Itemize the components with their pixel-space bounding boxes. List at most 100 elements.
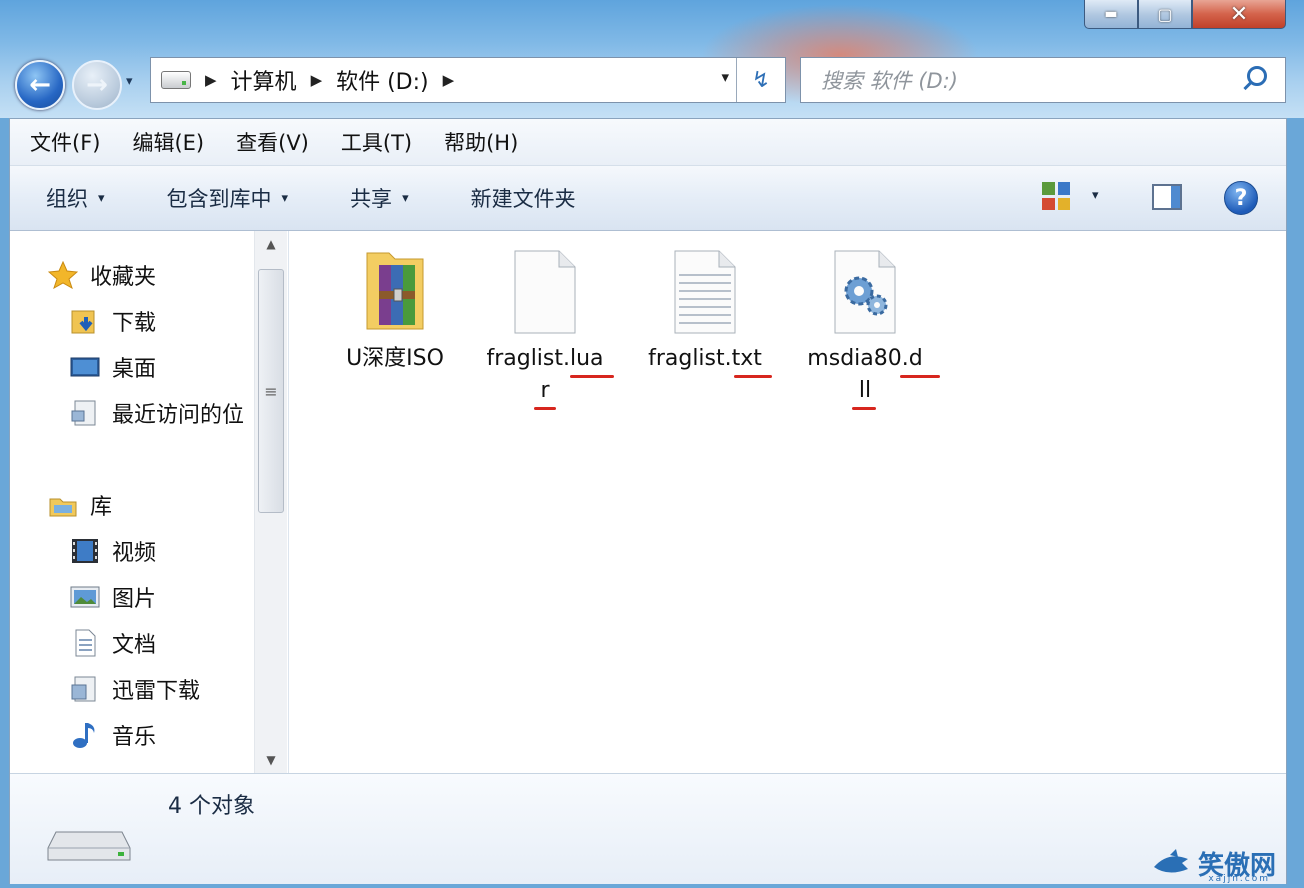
nav-item-downloads[interactable]: 下载 [70, 305, 156, 337]
breadcrumb-separator[interactable]: ▶ [311, 71, 323, 89]
window-controls: ▬ ▢ ✕ [1084, 0, 1286, 30]
item-count: 4 个对象 [168, 794, 255, 819]
maximize-button[interactable]: ▢ [1138, 0, 1192, 29]
change-view-icon[interactable] [1042, 182, 1070, 210]
menu-file[interactable]: 文件(F) [30, 127, 100, 157]
shark-logo-icon [1152, 848, 1192, 879]
include-library-label: 包含到库中 [166, 187, 272, 211]
recent-places-icon [70, 399, 100, 427]
download-folder-icon [70, 307, 100, 335]
menu-edit[interactable]: 编辑(E) [132, 127, 204, 157]
breadcrumb-separator[interactable]: ▶ [205, 71, 217, 89]
search-icon[interactable] [1241, 64, 1273, 96]
watermark-url: xajjn.com [1208, 874, 1270, 884]
refresh-icon: ↯ [751, 67, 771, 93]
nav-item-label: 桌面 [112, 357, 157, 382]
new-folder-label: 新建文件夹 [470, 187, 576, 211]
file-name-line: r [540, 378, 550, 403]
star-icon [47, 260, 79, 290]
file-item[interactable]: U深度ISO [320, 247, 470, 375]
refresh-button[interactable]: ↯ [736, 58, 785, 102]
nav-item-label: 下载 [112, 311, 157, 336]
help-icon[interactable]: ? [1224, 181, 1258, 215]
music-icon [70, 721, 100, 749]
file-name-line: msdia80.d [807, 346, 923, 371]
grip-icon: ≡ [264, 381, 278, 401]
drive-icon [161, 71, 191, 89]
nav-item-recent-places[interactable]: 最近访问的位 [70, 397, 244, 429]
organize-label: 组织 [46, 187, 88, 211]
nav-item-desktop[interactable]: 桌面 [70, 351, 156, 383]
annotation-underline [734, 375, 772, 378]
scroll-down-button[interactable]: ▼ [255, 747, 287, 773]
file-item[interactable]: msdia80.d ll [790, 247, 940, 410]
chevron-down-icon: ▾ [281, 190, 289, 206]
hard-drive-icon [46, 830, 132, 864]
nav-item-videos[interactable]: 视频 [70, 535, 156, 567]
dll-settings-icon [831, 247, 899, 337]
annotation-underline [570, 375, 614, 378]
share-button[interactable]: 共享 ▾ [350, 183, 409, 213]
nav-item-label: 视频 [112, 541, 157, 566]
menu-help[interactable]: 帮助(H) [444, 127, 518, 157]
minimize-button[interactable]: ▬ [1084, 0, 1138, 29]
navigation-scrollbar[interactable]: ▲ ≡ ▼ [254, 231, 287, 773]
file-name: U深度ISO [346, 346, 444, 371]
close-button[interactable]: ✕ [1192, 0, 1286, 29]
back-button[interactable]: ← [15, 60, 65, 110]
winrar-folder-icon [361, 247, 429, 337]
blank-file-icon [511, 247, 579, 337]
file-item[interactable]: fraglist.lua r [470, 247, 620, 410]
nav-item-documents[interactable]: 文档 [70, 627, 156, 659]
scrollbar-thumb[interactable]: ≡ [258, 269, 284, 513]
breadcrumb-computer[interactable]: 计算机 [231, 64, 297, 96]
library-icon [48, 491, 78, 519]
picture-icon [70, 583, 100, 611]
address-dropdown-button[interactable]: ▾ [721, 68, 729, 86]
file-name: fraglist.txt [630, 343, 780, 378]
search-input[interactable]: 搜索 软件 (D:) [821, 65, 1241, 95]
file-name: msdia80.d ll [790, 343, 940, 410]
file-item[interactable]: fraglist.txt [630, 247, 780, 378]
nav-item-label: 文档 [112, 633, 157, 658]
nav-item-label: 音乐 [112, 725, 157, 750]
more-options-icon[interactable]: ▾ [1092, 188, 1099, 203]
forward-button[interactable]: → [72, 60, 122, 110]
menu-view[interactable]: 查看(V) [236, 127, 309, 157]
text-file-icon [671, 247, 739, 337]
nav-item-label: 图片 [112, 587, 157, 612]
chevron-down-icon: ▾ [402, 190, 409, 206]
file-name-line: fraglist.txt [648, 346, 762, 371]
file-name: fraglist.lua r [470, 343, 620, 410]
breadcrumb-drive-d[interactable]: 软件 (D:) [336, 64, 429, 96]
breadcrumb-separator[interactable]: ▶ [443, 71, 455, 89]
new-folder-button[interactable]: 新建文件夹 [471, 183, 576, 213]
scroll-up-button[interactable]: ▲ [255, 231, 287, 257]
recent-pages-dropdown[interactable]: ▾ [126, 74, 133, 89]
chevron-down-icon: ▾ [98, 190, 105, 206]
organize-button[interactable]: 组织 ▾ [46, 183, 105, 213]
annotation-underline [852, 407, 876, 410]
video-icon [70, 537, 100, 565]
preview-pane-icon[interactable] [1152, 184, 1182, 210]
document-icon [70, 629, 100, 657]
watermark: 笑傲网 xajjn.com [1152, 845, 1276, 884]
nav-item-pictures[interactable]: 图片 [70, 581, 156, 613]
nav-libraries-label: 库 [90, 495, 113, 520]
nav-favorites[interactable]: 收藏夹 [47, 259, 157, 291]
nav-item-label: 迅雷下载 [112, 679, 201, 704]
file-name-line: ll [858, 378, 872, 403]
menu-tools[interactable]: 工具(T) [341, 127, 412, 157]
command-bar: 组织 ▾ 包含到库中 ▾ 共享 ▾ 新建文件夹 ▾ ? [10, 166, 1286, 231]
menu-bar: 文件(F) 编辑(E) 查看(V) 工具(T) 帮助(H) [10, 119, 1286, 166]
nav-favorites-label: 收藏夹 [90, 265, 157, 290]
explorer-window: 文件(F) 编辑(E) 查看(V) 工具(T) 帮助(H) 组织 ▾ 包含到库中… [9, 118, 1287, 884]
address-bar[interactable]: ▶ 计算机 ▶ 软件 (D:) ▶ ▾ ↯ [150, 57, 786, 103]
share-label: 共享 [350, 187, 393, 211]
include-in-library-button[interactable]: 包含到库中 ▾ [167, 183, 289, 213]
title-bar: ▬ ▢ ✕ ← → ▾ ▶ 计算机 ▶ 软件 (D:) ▶ ▾ ↯ 搜索 软件 … [0, 0, 1304, 118]
nav-item-music[interactable]: 音乐 [70, 719, 156, 751]
search-box[interactable]: 搜索 软件 (D:) [800, 57, 1286, 103]
nav-libraries[interactable]: 库 [48, 489, 112, 521]
nav-item-thunder-downloads[interactable]: 迅雷下载 [70, 673, 200, 705]
